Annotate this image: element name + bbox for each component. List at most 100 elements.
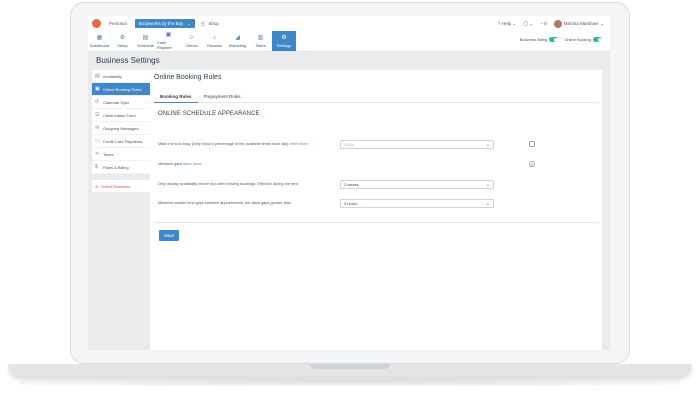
sidebar-item-icon: ☰ bbox=[95, 112, 100, 118]
chat-icon: ◯ bbox=[523, 20, 529, 26]
nav-item-setup[interactable]: ⚙ Setup bbox=[111, 31, 134, 51]
help-label: Help bbox=[501, 20, 512, 26]
sidebar-item-plans-billing[interactable]: $ Plans & Billing bbox=[92, 161, 150, 174]
delete-business-label: Delete Business bbox=[101, 183, 131, 189]
nav-item-label: Cash Register bbox=[157, 40, 172, 50]
location-select[interactable]: Bodyworks by the Bay ⌄ bbox=[134, 19, 195, 28]
sidebar-item-outgoing-messages[interactable]: ✉ Outgoing Messages bbox=[92, 122, 150, 135]
divider bbox=[154, 222, 599, 223]
sidebar-item-label: Taxes bbox=[103, 151, 114, 157]
busy-checkbox[interactable] bbox=[529, 141, 535, 147]
sidebar-item-icon: $ bbox=[95, 164, 98, 170]
sidebar-item-icon: ⟳ bbox=[95, 99, 100, 105]
check-icon: ✓ bbox=[530, 161, 534, 167]
nav-item-cash-register[interactable]: ▣ Cash Register bbox=[157, 31, 180, 51]
sidebar-item-credit-card-payments[interactable]: ▭ Credit Card Payments bbox=[92, 135, 150, 148]
online-booking-toggle[interactable]: Online booking bbox=[564, 37, 602, 42]
nav-item-label: Sales bbox=[255, 42, 266, 48]
help-icon: ? bbox=[498, 20, 501, 26]
chat-menu[interactable]: ◯ ⌄ bbox=[523, 21, 533, 27]
personal-link[interactable]: Personal bbox=[109, 21, 127, 26]
tab-prepayment-rules[interactable]: Prepayment Rules bbox=[198, 90, 247, 102]
chevron-down-icon: ⌄ bbox=[186, 20, 191, 26]
busy-label: Make me look busy (Only show a percentag… bbox=[158, 142, 289, 146]
nav-item-label: Marketing bbox=[228, 42, 247, 48]
nav-item-dashboard[interactable]: ▦ Dashboard bbox=[88, 31, 111, 51]
minimize-gaps-checkbox[interactable]: ✓ bbox=[529, 161, 535, 167]
sidebar-item-client-intake-form[interactable]: ☰ Client Intake Form bbox=[92, 109, 150, 122]
user-menu[interactable]: Martina Martinavi ⌄ bbox=[553, 19, 604, 28]
nav-item-reviews[interactable]: ☆ Reviews bbox=[203, 31, 226, 51]
sidebar-item-icon: ▤ bbox=[95, 73, 100, 79]
sidebar-item-icon: ✎ bbox=[95, 151, 100, 157]
sidebar-item-label: Availability bbox=[103, 73, 122, 79]
settings-sidebar: ▤ Availability ▣ Online Booking Rules ⟳ Calen… bbox=[92, 70, 150, 192]
shop-link[interactable]: 🛒 Shop bbox=[201, 21, 219, 27]
nav-item-label: Settings bbox=[276, 42, 292, 48]
sidebar-item-online-booking-rules[interactable]: ▣ Online Booking Rules bbox=[92, 83, 150, 96]
nav-item-settings[interactable]: ⚙ Settings bbox=[272, 31, 296, 51]
chevron-down-icon: ⌄ bbox=[485, 200, 490, 207]
trash-icon: ⊘ bbox=[95, 183, 99, 189]
help-menu[interactable]: ? Help ⌄ bbox=[498, 21, 516, 27]
toggle-switch[interactable] bbox=[549, 37, 559, 42]
nav-item-label: Setup bbox=[117, 42, 128, 48]
nav-item-schedule[interactable]: ▤ Schedule bbox=[134, 31, 157, 51]
nav-item-label: Dashboard bbox=[89, 42, 110, 48]
register-icon: ▣ bbox=[165, 32, 172, 38]
availability-window-select[interactable]: 2 weeks ⌄ bbox=[340, 180, 494, 189]
gap-threshold-value: 3 hours bbox=[344, 201, 358, 206]
sidebar-item-calendar-sync[interactable]: ⟳ Calendar Sync bbox=[92, 96, 150, 109]
toggle-switch[interactable] bbox=[593, 37, 602, 42]
sidebar-item-icon: ▭ bbox=[95, 138, 100, 144]
sidebar-item-label: Online Booking Rules bbox=[103, 86, 142, 92]
sidebar-item-label: Client Intake Form bbox=[103, 112, 136, 118]
tab-bar: Booking Rules Prepayment Rules bbox=[154, 90, 599, 103]
clients-icon: ☺ bbox=[188, 34, 195, 41]
wrench-icon: ⚙ bbox=[119, 34, 126, 41]
gaps-learn-more-link[interactable]: learn more bbox=[183, 162, 201, 166]
minimize-gaps-label: Minimize gaps bbox=[158, 162, 183, 166]
sidebar-item-availability[interactable]: ▤ Availability bbox=[92, 70, 150, 83]
laptop-shadow bbox=[20, 378, 680, 386]
availability-window-value: 2 weeks bbox=[344, 182, 359, 187]
gap-threshold-select[interactable]: 3 hours ⌄ bbox=[340, 199, 494, 208]
online-schedule-heading: ONLINE SCHEDULE APPEARANCE bbox=[158, 111, 260, 117]
sidebar-item-label: Outgoing Messages bbox=[103, 125, 139, 131]
gap-threshold-row: Minimize smaller time gaps between appoi… bbox=[158, 201, 291, 205]
chevron-down-icon: ⌄ bbox=[485, 141, 490, 148]
nav-item-label: Reviews bbox=[206, 42, 223, 48]
gap-threshold-label: Minimize smaller time gaps between appoi… bbox=[158, 201, 291, 205]
app-logo-icon[interactable] bbox=[92, 19, 101, 28]
location-select-value: Bodyworks by the Bay bbox=[138, 21, 184, 26]
user-name: Martina Martinavi bbox=[563, 21, 599, 26]
nav-item-clients[interactable]: ☺ Clients bbox=[180, 31, 203, 51]
megaphone-icon: ◢ bbox=[235, 34, 240, 41]
notifications[interactable]: ◔ 0 bbox=[540, 21, 547, 26]
chart-icon: ▥ bbox=[257, 34, 264, 41]
nav-item-marketing[interactable]: ◢ Marketing bbox=[226, 31, 249, 51]
grid-icon: ▦ bbox=[96, 34, 103, 41]
calendar-icon: ▤ bbox=[142, 34, 149, 41]
gear-icon: ⚙ bbox=[281, 34, 287, 41]
top-bar: Personal Bodyworks by the Bay ⌄ 🛒 Shop ?… bbox=[88, 16, 610, 32]
business-listing-label: Business listing bbox=[519, 37, 548, 42]
busy-percentage-select[interactable]: 100% ⌄ bbox=[340, 140, 494, 149]
sidebar-item-taxes[interactable]: ✎ Taxes bbox=[92, 148, 150, 161]
busy-learn-more-link[interactable]: learn more bbox=[290, 142, 308, 146]
tab-booking-rules[interactable]: Booking Rules bbox=[154, 90, 198, 103]
busy-row-label: Make me look busy (Only show a percentag… bbox=[158, 142, 308, 146]
star-icon: ☆ bbox=[211, 34, 218, 41]
sidebar-item-icon: ✉ bbox=[95, 125, 100, 131]
sidebar-item-icon: ▣ bbox=[95, 86, 100, 92]
delete-business-button[interactable]: ⊘ Delete Business bbox=[92, 180, 150, 192]
nav-item-sales[interactable]: ▥ Sales bbox=[249, 31, 272, 51]
availability-window-row: Only display availability before and aft… bbox=[158, 182, 298, 186]
shop-label: Shop bbox=[208, 21, 219, 26]
online-booking-label: Online booking bbox=[564, 37, 591, 42]
nav-item-label: Clients bbox=[185, 42, 198, 48]
busy-percentage-value: 100% bbox=[344, 142, 355, 147]
save-button[interactable]: Save bbox=[159, 230, 179, 241]
page-title: Business Settings bbox=[88, 52, 610, 69]
business-listing-toggle[interactable]: Business listing bbox=[520, 37, 559, 42]
